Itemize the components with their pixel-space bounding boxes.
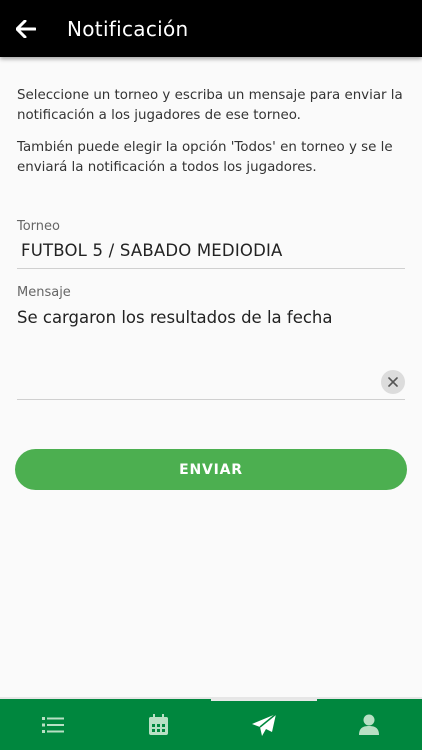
calendar-icon [148,714,168,735]
mensaje-label: Mensaje [17,285,71,300]
list-icon [41,716,64,733]
nav-item-profile[interactable] [317,699,422,750]
send-icon [251,712,277,736]
torneo-select[interactable]: FUTBOL 5 / SABADO MEDIODIA [17,237,405,269]
user-icon [359,714,380,735]
intro-text: Seleccione un torneo y escriba un mensaj… [17,88,403,123]
nav-item-list[interactable] [0,699,106,750]
nav-item-calendar[interactable] [106,699,212,750]
torneo-selected-value: FUTBOL 5 / SABADO MEDIODIA [21,241,283,260]
send-button[interactable]: ENVIAR [15,449,407,490]
arrow-left-icon [16,19,36,38]
nav-item-send[interactable] [211,699,317,750]
close-icon [388,377,398,387]
form-content: Seleccione un torneo y escriba un mensaj… [17,57,405,400]
app-header: Notificación [0,0,422,57]
mensaje-value: Se cargaron los resultados de la fecha [17,308,333,327]
notification-screen: Notificación Seleccione un torneo y escr… [0,0,422,750]
back-button[interactable] [14,17,38,41]
page-title: Notificación [67,16,189,41]
torneo-label: Torneo [17,219,60,234]
clear-message-button[interactable] [381,370,405,394]
intro-text-secondary: También puede elegir la opción 'Todos' e… [17,140,393,175]
mensaje-textarea[interactable]: Se cargaron los resultados de la fecha [17,303,405,400]
bottom-nav [0,699,422,750]
